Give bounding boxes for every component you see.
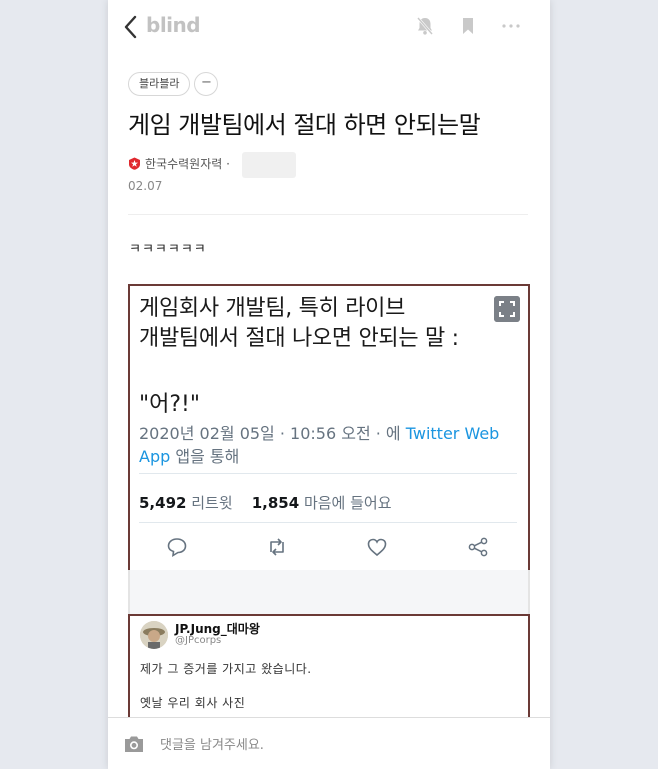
company-name[interactable]: 한국수력원자력 xyxy=(145,157,222,171)
app-frame: blind 블라블라 − 게임 개발팀에서 절대 하면 안되는말 한국수력원자력 … xyxy=(108,0,550,769)
retweet-label: 리트윗 xyxy=(191,494,233,512)
tweet-meta: 2020년 02월 05일 · 10:56 오전 · 에 Twitter Web… xyxy=(139,422,509,468)
tweet-stats: 5,492 리트윗 1,854 마음에 들어요 xyxy=(139,492,392,513)
avatar xyxy=(140,621,168,649)
blurred-author xyxy=(242,152,296,178)
company-logo-icon xyxy=(129,157,140,170)
divider xyxy=(128,214,528,215)
retweet-count: 5,492 xyxy=(139,494,187,512)
tag-row: 블라블라 − xyxy=(128,72,219,96)
comment-bar xyxy=(108,717,550,769)
reply-icon[interactable] xyxy=(166,536,188,558)
bell-off-icon[interactable] xyxy=(414,15,436,37)
like-count: 1,854 xyxy=(251,494,300,512)
topic-tag[interactable]: 블라블라 xyxy=(128,72,191,96)
like-label: 마음에 들어요 xyxy=(303,494,392,512)
image-gap xyxy=(128,570,530,614)
reply-author-handle: @JPcorps xyxy=(175,635,222,646)
meta-separator: · xyxy=(226,157,230,171)
post-title: 게임 개발팀에서 절대 하면 안되는말 xyxy=(128,111,481,139)
tweet-text: 게임회사 개발팀, 특히 라이브 개발팀에서 절대 나오면 안되는 말 : xyxy=(139,296,459,351)
tweet-quote: "어?!" xyxy=(139,392,200,417)
tweet-source-suffix: 앱을 통해 xyxy=(170,447,240,466)
expand-icon[interactable] xyxy=(494,296,520,322)
top-bar: blind xyxy=(108,0,550,52)
remove-tag-button[interactable]: − xyxy=(194,72,219,96)
reply-text: 옛날 우리 회사 사진 xyxy=(140,696,246,710)
post-body: ㅋㅋㅋㅋㅋㅋ xyxy=(129,242,207,257)
tweet-timestamp: 2020년 02월 05일 · 10:56 오전 · 에 xyxy=(139,424,406,443)
more-icon[interactable] xyxy=(500,15,522,37)
back-icon[interactable] xyxy=(122,14,140,40)
comment-input[interactable] xyxy=(158,730,532,760)
post-meta: 한국수력원자력 · xyxy=(128,155,230,172)
embedded-tweet-image[interactable]: 게임회사 개발팀, 특히 라이브 개발팀에서 절대 나오면 안되는 말 : "어… xyxy=(128,284,530,572)
bookmark-icon[interactable] xyxy=(457,15,479,37)
tweet-divider xyxy=(139,473,517,474)
tweet-divider xyxy=(139,522,517,523)
brand-logo[interactable]: blind xyxy=(146,13,201,37)
reply-text: 제가 그 증거를 가지고 왔습니다. xyxy=(140,662,312,676)
camera-icon[interactable] xyxy=(123,734,145,754)
heart-icon[interactable] xyxy=(366,536,388,558)
post-date: 02.07 xyxy=(128,179,163,193)
share-icon[interactable] xyxy=(467,536,489,558)
retweet-icon[interactable] xyxy=(266,536,288,558)
